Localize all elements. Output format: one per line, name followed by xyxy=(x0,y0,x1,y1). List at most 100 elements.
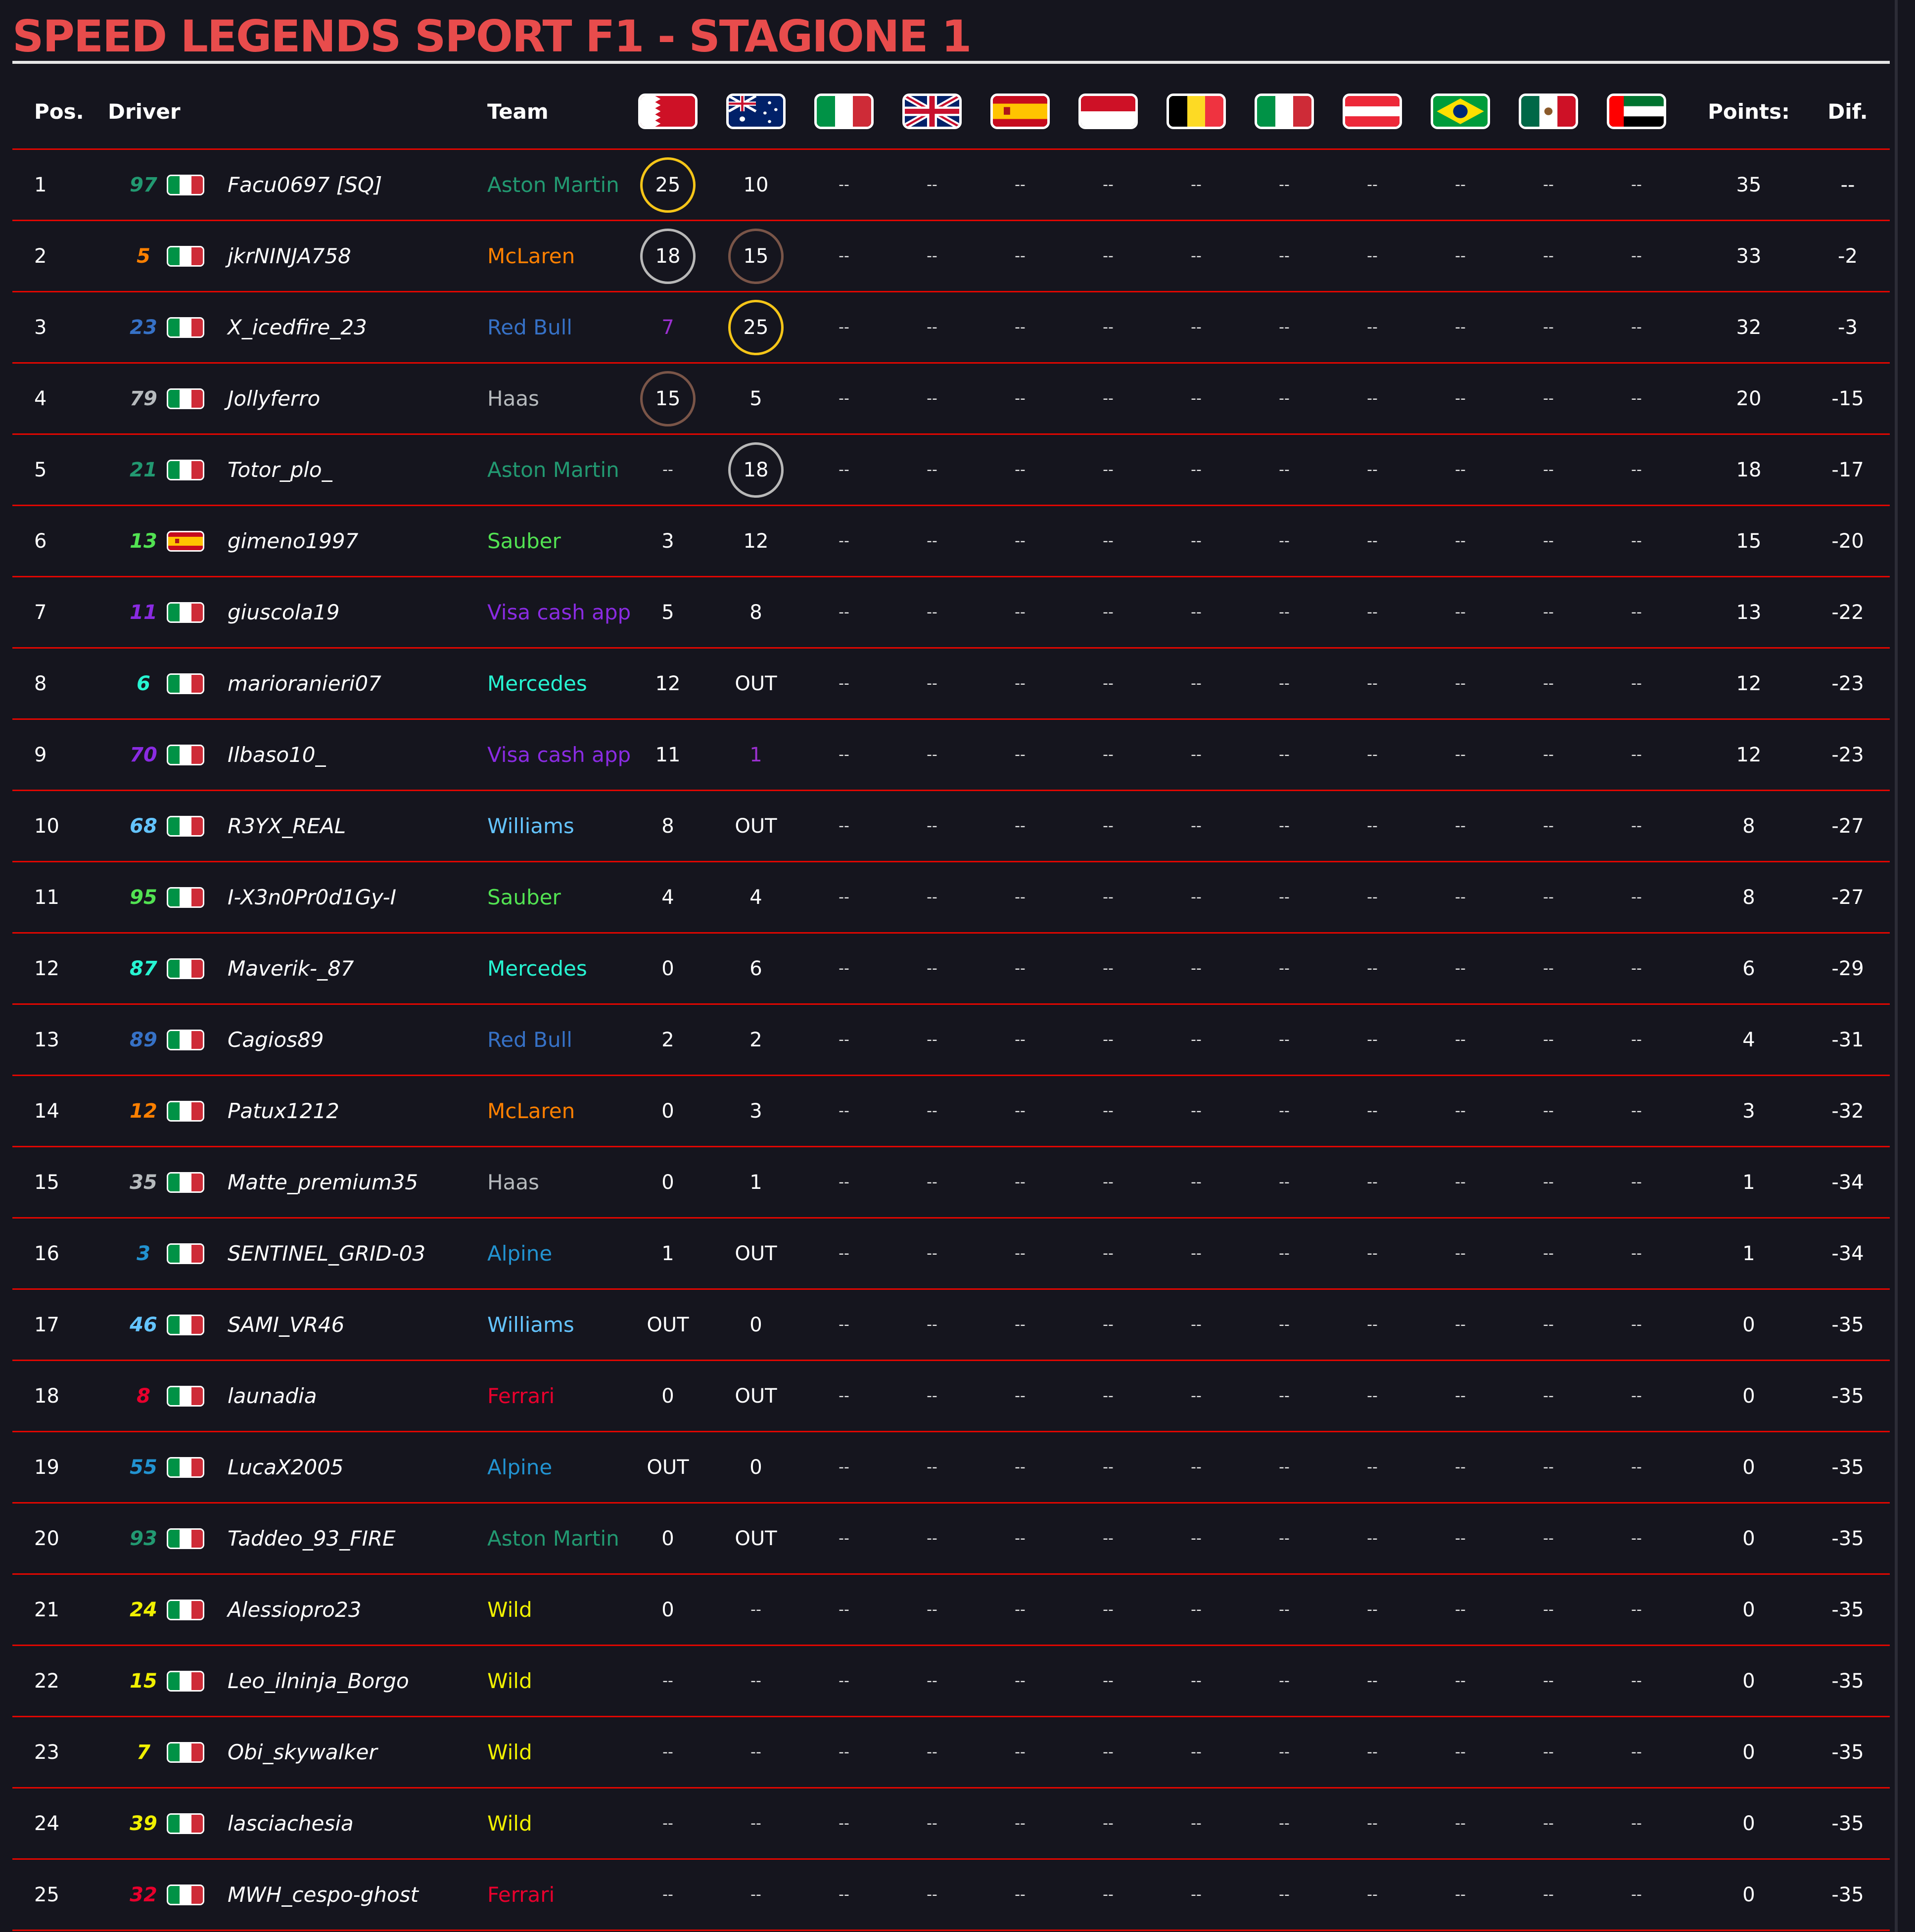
podium-ring-silver: 18 xyxy=(728,442,784,498)
driver-nationality xyxy=(166,934,205,1003)
table-row: 14 12 Patux1212 McLaren 0 3 -- -- -- -- -- -- -- -- --… xyxy=(12,1076,1890,1147)
race-result-value: -- xyxy=(1543,1530,1554,1547)
race-column-header[interactable] xyxy=(721,74,791,148)
race-result-value: 25 xyxy=(743,316,769,339)
driver-name[interactable]: Alessiopro23 xyxy=(228,1575,361,1645)
driver-name[interactable]: Taddeo_93_FIRE xyxy=(228,1504,396,1573)
race-result: -- xyxy=(1074,1646,1143,1716)
standings-rows: 1 97 Facu0697 [SQ] Aston Martin 25 10 -- -- -- --… xyxy=(12,150,1890,1931)
car-number: 21 xyxy=(130,458,157,481)
race-result: -- xyxy=(1250,1860,1319,1930)
race-result: -- xyxy=(1074,364,1143,433)
race-result: -- xyxy=(985,1646,1055,1716)
race-result: -- xyxy=(985,1147,1055,1217)
driver-name[interactable]: SENTINEL_GRID-03 xyxy=(228,1219,425,1288)
driver-name[interactable]: R3YX_REAL xyxy=(228,791,346,861)
race-result: -- xyxy=(1514,364,1583,433)
flag-stripes xyxy=(168,1743,203,1761)
race-result: -- xyxy=(897,1290,967,1360)
driver-name[interactable]: jkrNINJA758 xyxy=(228,221,351,291)
position-cell: 2 xyxy=(34,244,47,268)
gap-cell: -27 xyxy=(1831,814,1864,838)
race-result: -- xyxy=(809,150,879,220)
driver-name[interactable]: Matte_premium35 xyxy=(228,1147,418,1217)
driver-name[interactable]: giuscola19 xyxy=(228,577,339,647)
race-result-value: -- xyxy=(839,1672,849,1690)
driver-name[interactable]: Maverik-_87 xyxy=(228,934,354,1003)
spain-flag-icon xyxy=(990,94,1050,129)
gap-cell: -35 xyxy=(1831,1741,1864,1764)
race-result-value: -- xyxy=(1015,1815,1026,1832)
race-result-value: -- xyxy=(750,1601,761,1618)
race-column-header[interactable] xyxy=(809,74,879,148)
race-result: 25 xyxy=(721,292,791,362)
race-result: -- xyxy=(1338,1290,1407,1360)
race-column-header[interactable] xyxy=(897,74,967,148)
race-result: -- xyxy=(1250,292,1319,362)
race-result-value: -- xyxy=(1455,1601,1466,1618)
race-result: 1 xyxy=(721,1147,791,1217)
race-result-value: -- xyxy=(1367,1672,1378,1690)
race-column-header[interactable] xyxy=(1162,74,1231,148)
race-result-value: -- xyxy=(927,889,937,906)
race-result-value: -- xyxy=(839,1245,849,1262)
driver-name[interactable]: Patux1212 xyxy=(228,1076,339,1146)
race-result: -- xyxy=(1338,150,1407,220)
driver-name[interactable]: I-X3n0Pr0d1Gy-I xyxy=(228,862,396,932)
race-result: -- xyxy=(1602,934,1671,1003)
driver-name[interactable]: Cagios89 xyxy=(228,1005,324,1075)
race-result-value: -- xyxy=(1367,1815,1378,1832)
driver-name[interactable]: MWH_cespo-ghost xyxy=(228,1860,419,1930)
flag-stripes xyxy=(168,746,203,764)
driver-name[interactable]: lasciachesia xyxy=(228,1789,354,1858)
race-column-header[interactable] xyxy=(985,74,1055,148)
race-result: -- xyxy=(1514,1361,1583,1431)
race-column-header[interactable] xyxy=(1074,74,1143,148)
race-column-header[interactable] xyxy=(1602,74,1671,148)
race-result-value: -- xyxy=(1455,319,1466,336)
race-result: -- xyxy=(1162,435,1231,505)
spain-flag-icon xyxy=(167,530,204,552)
driver-name[interactable]: Totor_plo_ xyxy=(228,435,332,505)
race-result-value: 25 xyxy=(655,173,681,196)
race-result-value: -- xyxy=(1103,1672,1114,1690)
driver-name[interactable]: LucaX2005 xyxy=(228,1432,344,1502)
race-result-value: -- xyxy=(1455,1530,1466,1547)
race-result: -- xyxy=(1602,649,1671,718)
race-result-value: -- xyxy=(1455,1672,1466,1690)
driver-name[interactable]: Jollyferro xyxy=(228,364,320,433)
driver-name[interactable]: marioranieri07 xyxy=(228,649,381,718)
race-column-header[interactable] xyxy=(1514,74,1583,148)
table-row: 8 6 marioranieri07 Mercedes 12 OUT -- -- -- -- -- -… xyxy=(12,649,1890,720)
race-result-value: -- xyxy=(1103,1601,1114,1618)
driver-name[interactable]: X_icedfire_23 xyxy=(228,292,367,362)
race-result-value: -- xyxy=(1631,461,1642,478)
driver-name[interactable]: gimeno1997 xyxy=(228,506,358,576)
driver-name[interactable]: Ilbaso10_ xyxy=(228,720,326,790)
flag-stripes xyxy=(168,1885,203,1904)
race-result: -- xyxy=(1426,649,1495,718)
driver-name[interactable]: Leo_ilninja_Borgo xyxy=(228,1646,409,1716)
points-cell: 6 xyxy=(1742,957,1755,980)
race-result: -- xyxy=(1602,791,1671,861)
race-result-value: -- xyxy=(1455,1174,1466,1191)
race-result-value: 1 xyxy=(749,1171,762,1194)
race-result-value: -- xyxy=(927,176,937,193)
race-result-value: -- xyxy=(1015,390,1026,407)
driver-nationality xyxy=(166,1504,205,1573)
race-column-header[interactable] xyxy=(633,74,702,148)
driver-name[interactable]: Obi_skywalker xyxy=(228,1717,377,1787)
race-result: -- xyxy=(1426,1717,1495,1787)
flag-stripes xyxy=(168,176,203,194)
car-number: 55 xyxy=(130,1456,157,1479)
driver-name[interactable]: SAMI_VR46 xyxy=(228,1290,344,1360)
race-result-value: 2 xyxy=(661,1028,674,1051)
driver-name[interactable]: Facu0697 [SQ] xyxy=(228,150,382,220)
car-number: 12 xyxy=(130,1099,157,1123)
race-column-header[interactable] xyxy=(1338,74,1407,148)
driver-name[interactable]: launadia xyxy=(228,1361,317,1431)
race-result-value: -- xyxy=(839,1031,849,1048)
race-column-header[interactable] xyxy=(1250,74,1319,148)
race-column-header[interactable] xyxy=(1426,74,1495,148)
race-result-value: -- xyxy=(1279,746,1290,763)
